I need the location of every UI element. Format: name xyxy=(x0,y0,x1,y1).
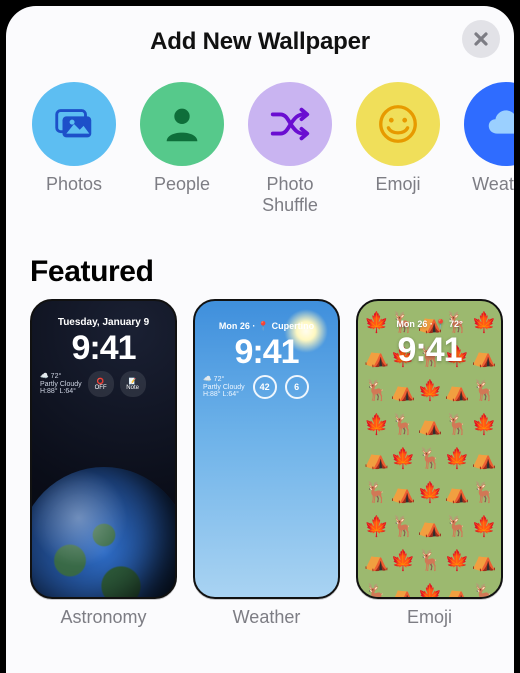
section-header-featured: Featured xyxy=(6,223,514,299)
wallpaper-preview: 🍁🦌⛺🦌🍁⛺🍁🦌🍁⛺🦌⛺🍁⛺🦌🍁🦌⛺🦌🍁⛺🍁🦌🍁⛺🦌⛺🍁⛺🦌🍁🦌⛺🦌🍁⛺🍁🦌🍁⛺… xyxy=(356,299,503,599)
featured-label: Emoji xyxy=(407,607,452,628)
category-chip xyxy=(356,82,440,166)
close-icon xyxy=(473,31,489,47)
widget-pill: 📝Note xyxy=(120,371,146,397)
category-chip xyxy=(140,82,224,166)
category-row[interactable]: Photos People Photo Shuffle xyxy=(6,68,514,223)
add-wallpaper-sheet: Add New Wallpaper Photos xyxy=(6,6,514,673)
category-label: Emoji xyxy=(375,174,420,195)
photos-icon xyxy=(51,101,97,147)
sheet-title: Add New Wallpaper xyxy=(150,28,370,56)
category-chip xyxy=(248,82,332,166)
shuffle-icon xyxy=(267,101,313,147)
category-photos[interactable]: Photos xyxy=(32,82,116,215)
category-label: Photo Shuffle xyxy=(248,174,332,215)
category-label: People xyxy=(154,174,210,195)
lockscreen-date: Mon 26 · 📍 72° xyxy=(358,319,501,330)
lockscreen-widgets: ☁️ 72° Partly Cloudy H:88° L:64° ⭕OFF 📝N… xyxy=(40,371,167,397)
category-label: Weather xyxy=(472,174,514,195)
wallpaper-preview: Tuesday, January 9 9:41 ☁️ 72° Partly Cl… xyxy=(30,299,177,599)
smiley-icon xyxy=(375,101,421,147)
weather-widget: ☁️ 72° Partly Cloudy H:88° L:64° xyxy=(40,373,82,396)
featured-emoji[interactable]: 🍁🦌⛺🦌🍁⛺🍁🦌🍁⛺🦌⛺🍁⛺🦌🍁🦌⛺🦌🍁⛺🍁🦌🍁⛺🦌⛺🍁⛺🦌🍁🦌⛺🦌🍁⛺🍁🦌🍁⛺… xyxy=(356,299,503,628)
featured-label: Astronomy xyxy=(60,607,146,628)
category-chip xyxy=(32,82,116,166)
wallpaper-preview: Mon 26 · 📍 Cupertino 9:41 ☁️ 72° Partly … xyxy=(193,299,340,599)
lockscreen-time: 9:41 xyxy=(195,333,338,372)
close-button[interactable] xyxy=(462,20,500,58)
category-people[interactable]: People xyxy=(140,82,224,215)
category-photo-shuffle[interactable]: Photo Shuffle xyxy=(248,82,332,215)
widget-pill: ⭕OFF xyxy=(88,371,114,397)
lockscreen-time: 9:41 xyxy=(32,329,175,368)
featured-label: Weather xyxy=(233,607,301,628)
category-emoji[interactable]: Emoji xyxy=(356,82,440,215)
category-weather[interactable]: Weather xyxy=(464,82,514,215)
weather-widget: ☁️ 72° Partly Cloudy H:88° L:64° xyxy=(203,376,245,399)
category-chip xyxy=(464,82,514,166)
activity-ring: 42 xyxy=(253,375,277,399)
section-title: Featured xyxy=(30,255,490,289)
sheet-header: Add New Wallpaper xyxy=(6,6,514,68)
featured-weather[interactable]: Mon 26 · 📍 Cupertino 9:41 ☁️ 72° Partly … xyxy=(193,299,340,628)
activity-ring: 6 xyxy=(285,375,309,399)
featured-row[interactable]: Tuesday, January 9 9:41 ☁️ 72° Partly Cl… xyxy=(6,299,514,628)
lockscreen-date: Tuesday, January 9 xyxy=(32,317,175,328)
category-label: Photos xyxy=(46,174,102,195)
lockscreen-widgets: ☁️ 72° Partly Cloudy H:88° L:64° 42 6 xyxy=(203,375,330,399)
lockscreen-time: 9:41 xyxy=(358,331,501,370)
person-icon xyxy=(159,101,205,147)
featured-astronomy[interactable]: Tuesday, January 9 9:41 ☁️ 72° Partly Cl… xyxy=(30,299,177,628)
lockscreen-date: Mon 26 · 📍 Cupertino xyxy=(195,321,338,332)
earth-graphic xyxy=(30,467,177,599)
cloud-icon xyxy=(483,101,514,147)
